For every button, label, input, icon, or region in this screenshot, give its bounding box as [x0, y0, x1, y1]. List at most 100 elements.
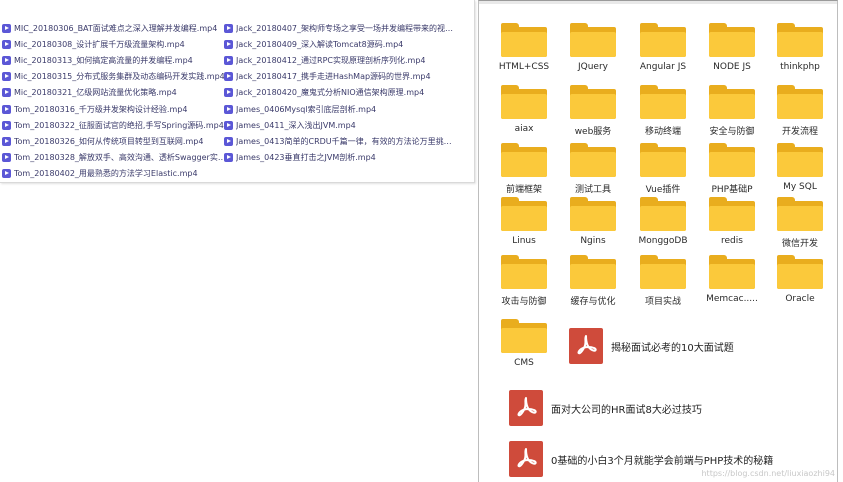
folder-item[interactable]: 安全与防御	[701, 85, 763, 137]
folder-label: My SQL	[783, 182, 817, 192]
folder-icon	[570, 197, 616, 231]
folder-item[interactable]: thinkphp	[769, 23, 831, 72]
video-file-item[interactable]: Jack_20180412_通过RPC实现原理剖析序列化.mp4	[224, 52, 454, 68]
video-file-item[interactable]: James_0413简单的CRDU千篇一律，有效的方法论万里挑一.m...	[224, 133, 454, 149]
folder-label: 项目实战	[644, 297, 681, 307]
folder-label: NODE JS	[713, 62, 751, 72]
video-file-name: Tom_20180328_解放双手、高效沟通、透析Swagger实现原理...	[14, 153, 232, 163]
folder-item[interactable]: NODE JS	[701, 23, 763, 72]
folder-icon	[570, 85, 616, 119]
video-file-item[interactable]: James_0423垂直打击之JVM剖析.mp4	[224, 150, 454, 166]
folder-icon	[640, 85, 686, 119]
video-file-name: Tom_20180402_用最熟悉的方法学习Elastic.mp4	[14, 169, 198, 179]
video-file-name: MIC_20180306_BAT面试难点之深入理解并发编程.mp4	[14, 23, 218, 33]
video-file-item[interactable]: Tom_20180328_解放双手、高效沟通、透析Swagger实现原理...	[2, 150, 232, 166]
folder-item[interactable]: 项目实战	[632, 255, 694, 307]
folder-icon	[709, 85, 755, 119]
folder-item[interactable]: Vue插件	[632, 143, 694, 195]
video-file-item[interactable]: Mic_20180315_分布式服务集群及动态编码开发实践.mp4	[2, 69, 232, 85]
video-file-item[interactable]: James_0406Mysql索引底层剖析.mp4	[224, 101, 454, 117]
folder-label: 测试工具	[574, 185, 611, 195]
video-file-item[interactable]: Tom_20180326_如何从传统项目转型到互联网.mp4	[2, 133, 232, 149]
video-file-name: Jack_20180409_深入解读Tomcat8源码.mp4	[236, 39, 404, 49]
video-file-item[interactable]: Tom_20180402_用最熟悉的方法学习Elastic.mp4	[2, 166, 232, 182]
folder-item[interactable]: JQuery	[562, 23, 624, 72]
video-file-item[interactable]: James_0411_深入浅出JVM.mp4	[224, 117, 454, 133]
folder-icon	[640, 23, 686, 57]
folder-icon	[570, 255, 616, 289]
pdf-file-item[interactable]: 揭秘面试必考的10大面试题	[569, 328, 734, 364]
video-file-icon	[2, 55, 11, 65]
video-file-icon	[224, 23, 233, 33]
folder-item[interactable]: Memcac.....	[701, 255, 763, 304]
folder-item[interactable]: redis	[701, 197, 763, 246]
folder-view-panel: HTML+CSS JQuery Angular JS NODE JS thinkphp a…	[478, 0, 838, 482]
video-file-icon	[224, 39, 233, 49]
folder-icon	[777, 85, 823, 119]
video-file-item[interactable]: Jack_20180420_魔鬼式分析NIO通信架构原理.mp4	[224, 85, 454, 101]
folder-label: aiax	[514, 124, 534, 134]
video-file-icon	[224, 120, 233, 130]
folder-item[interactable]: MonggoDB	[632, 197, 694, 246]
folder-label: redis	[721, 236, 743, 246]
video-file-name: Mic_20180315_分布式服务集群及动态编码开发实践.mp4	[14, 72, 225, 82]
folder-item[interactable]: 移动终端	[632, 85, 694, 137]
video-file-icon	[2, 104, 11, 114]
folder-item[interactable]: Ngins	[562, 197, 624, 246]
video-file-list-panel: MIC_20180306_BAT面试难点之深入理解并发编程.mp4 Mic_201…	[0, 0, 475, 183]
video-file-name: Mic_20180313_如何搞定高流量的并发编程.mp4	[14, 55, 193, 65]
folder-item[interactable]: HTML+CSS	[493, 23, 555, 72]
video-file-item[interactable]: MIC_20180306_BAT面试难点之深入理解并发编程.mp4	[2, 20, 232, 36]
folder-label: 缓存与优化	[570, 297, 616, 307]
folder-label: MonggoDB	[638, 236, 688, 246]
folder-icon	[640, 143, 686, 177]
video-file-item[interactable]: Jack_20180417_携手走进HashMap源码的世界.mp4	[224, 69, 454, 85]
video-file-item[interactable]: Tom_20180322_征服面试官的绝招,手写Spring源码.mp4	[2, 117, 232, 133]
video-file-name: James_0413简单的CRDU千篇一律，有效的方法论万里挑一.m...	[236, 136, 454, 146]
video-file-item[interactable]: Jack_20180409_深入解读Tomcat8源码.mp4	[224, 36, 454, 52]
video-file-item[interactable]: Mic_20180313_如何搞定高流量的并发编程.mp4	[2, 52, 232, 68]
video-file-icon	[2, 169, 11, 179]
folder-icon	[640, 197, 686, 231]
video-file-icon	[2, 153, 11, 163]
folder-item[interactable]: PHP基础P	[701, 143, 763, 195]
video-file-name: Mic_20180321_亿级网站流量优化策略.mp4	[14, 88, 177, 98]
video-file-name: Jack_20180417_携手走进HashMap源码的世界.mp4	[236, 72, 431, 82]
folder-label: 前端框架	[505, 185, 542, 195]
video-file-name: Tom_20180326_如何从传统项目转型到互联网.mp4	[14, 136, 204, 146]
folder-item[interactable]: 开发流程	[769, 85, 831, 137]
folder-icon	[501, 197, 547, 231]
folder-item[interactable]: Angular JS	[632, 23, 694, 72]
folder-item[interactable]: 攻击与防御	[493, 255, 555, 307]
video-file-icon	[2, 120, 11, 130]
folder-icon	[501, 23, 547, 57]
pdf-file-name: 面对大公司的HR面试8大必过技巧	[551, 404, 702, 416]
folder-item[interactable]: 缓存与优化	[562, 255, 624, 307]
video-file-item[interactable]: Mic_20180321_亿级网站流量优化策略.mp4	[2, 85, 232, 101]
folder-item[interactable]: aiax	[493, 85, 555, 134]
folder-item[interactable]: CMS	[493, 319, 555, 368]
folder-label: Angular JS	[639, 62, 687, 72]
folder-label: HTML+CSS	[498, 62, 550, 72]
video-file-item[interactable]: Tom_20180316_千万级并发架构设计经验.mp4	[2, 101, 232, 117]
folder-item[interactable]: web服务	[562, 85, 624, 137]
folder-item[interactable]: 微信开发	[769, 197, 831, 249]
file-column-right: Jack_20180407_架构师专场之享受一场并发编程带来的视觉盛... Jac…	[224, 20, 454, 166]
pdf-file-item[interactable]: 面对大公司的HR面试8大必过技巧	[509, 390, 702, 426]
folder-label: Oracle	[785, 294, 815, 304]
video-file-name: Jack_20180407_架构师专场之享受一场并发编程带来的视觉盛...	[236, 23, 454, 33]
folder-label: thinkphp	[780, 62, 820, 72]
video-file-item[interactable]: Jack_20180407_架构师专场之享受一场并发编程带来的视觉盛...	[224, 20, 454, 36]
folder-icon	[501, 319, 547, 353]
video-file-name: James_0423垂直打击之JVM剖析.mp4	[236, 153, 376, 163]
folder-item[interactable]: 测试工具	[562, 143, 624, 195]
folder-item[interactable]: 前端框架	[493, 143, 555, 195]
folder-icon	[709, 197, 755, 231]
folder-item[interactable]: Oracle	[769, 255, 831, 304]
video-file-item[interactable]: Mic_20180308_设计扩展千万级流量架构.mp4	[2, 36, 232, 52]
folder-item[interactable]: Linus	[493, 197, 555, 246]
folder-icon	[777, 255, 823, 289]
folder-icon	[709, 23, 755, 57]
folder-item[interactable]: My SQL	[769, 143, 831, 192]
file-column-left: MIC_20180306_BAT面试难点之深入理解并发编程.mp4 Mic_201…	[2, 20, 232, 182]
